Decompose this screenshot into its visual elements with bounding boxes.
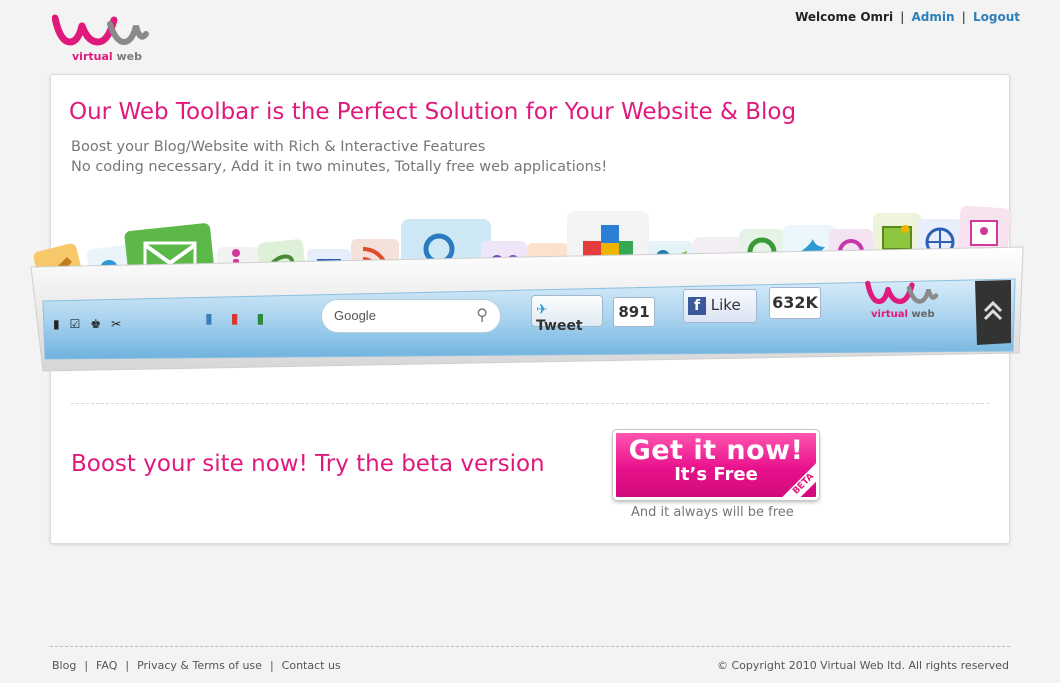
admin-link[interactable]: Admin	[912, 10, 955, 24]
nav-separator: |	[961, 10, 966, 24]
page-headline: Our Web Toolbar is the Perfect Solution …	[69, 99, 797, 125]
copyright-text: © Copyright 2010 Virtual Web ltd. All ri…	[716, 659, 1009, 672]
logo-mark-icon	[51, 14, 149, 46]
cta-main-label: Get it now!	[628, 435, 804, 466]
footer-divider	[50, 646, 1010, 647]
subheadline-no-coding: No coding necessary, Add it in two minut…	[71, 159, 608, 175]
footer-link-privacy[interactable]: Privacy & Terms of use	[137, 659, 262, 672]
footer-link-faq[interactable]: FAQ	[96, 659, 117, 672]
get-it-now-button[interactable]: Get it now! It’s Free BETA	[612, 429, 820, 501]
footer-separator: |	[125, 659, 130, 672]
toolbar-illustration: + {h} SB	[30, 205, 1024, 372]
footer-separator: |	[84, 659, 89, 672]
footer-link-blog[interactable]: Blog	[52, 659, 76, 672]
main-card: Our Web Toolbar is the Perfect Solution …	[30, 74, 1024, 544]
logout-link[interactable]: Logout	[973, 10, 1020, 24]
cta-note: And it always will be free	[631, 505, 794, 520]
logo-text-web: web	[116, 50, 143, 63]
logo-text: virtual web	[72, 50, 142, 63]
user-nav: Welcome Omri | Admin | Logout	[795, 10, 1020, 24]
footer-link-contact[interactable]: Contact us	[282, 659, 341, 672]
cta-sub-label: It’s Free	[674, 464, 758, 485]
welcome-text: Welcome Omri	[795, 10, 894, 24]
footer-separator: |	[269, 659, 274, 672]
section-divider	[71, 403, 989, 404]
logo-text-virtual: virtual	[72, 50, 113, 63]
nav-separator: |	[900, 10, 905, 24]
footer-links: Blog | FAQ | Privacy & Terms of use | Contact …	[52, 659, 341, 672]
site-logo[interactable]: virtual web	[51, 12, 152, 64]
boost-heading: Boost your site now! Try the beta versio…	[71, 451, 545, 477]
subheadline-features: Boost your Blog/Website with Rich & Inte…	[71, 139, 486, 155]
